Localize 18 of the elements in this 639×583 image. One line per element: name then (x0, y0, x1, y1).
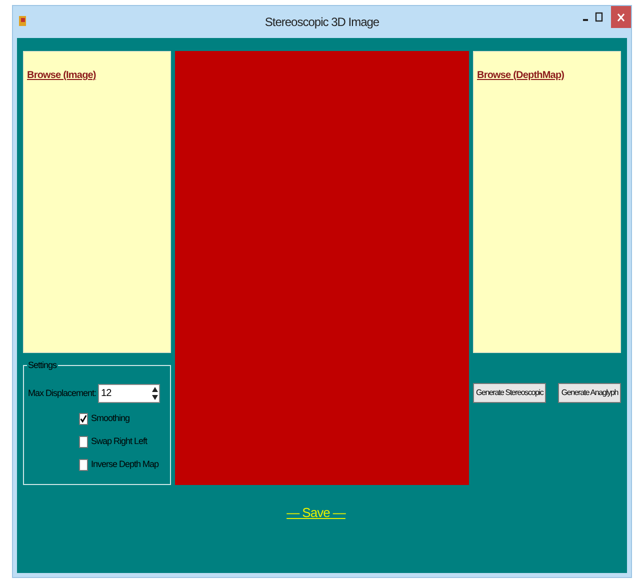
max-displacement-field[interactable]: 12 (98, 384, 160, 403)
close-icon[interactable] (611, 6, 631, 28)
window-title: Stereoscopic 3D Image (264, 15, 380, 29)
option-label: Smoothing (91, 412, 130, 425)
generate-button[interactable]: Generate Stereoscopic (473, 383, 546, 403)
option-label: Swap Right Left (91, 434, 148, 448)
spinner-arrows-icon[interactable] (151, 385, 160, 402)
checkbox[interactable] (79, 412, 88, 424)
browse-image-link[interactable]: Browse (Image) (27, 68, 96, 83)
settings-title: Settings (27, 359, 58, 372)
max-displacement-label: Max Displacement: (28, 386, 96, 400)
checkbox[interactable] (79, 436, 88, 448)
option-label: Inverse Depth Map (91, 458, 159, 471)
checkbox[interactable] (79, 458, 88, 470)
app-icon (18, 15, 28, 27)
generate-button[interactable]: Generate Anaglyph (558, 383, 621, 403)
save-link[interactable]: — Save — (286, 505, 346, 520)
browse-depthmap-link[interactable]: Browse (DepthMap) (477, 68, 564, 83)
